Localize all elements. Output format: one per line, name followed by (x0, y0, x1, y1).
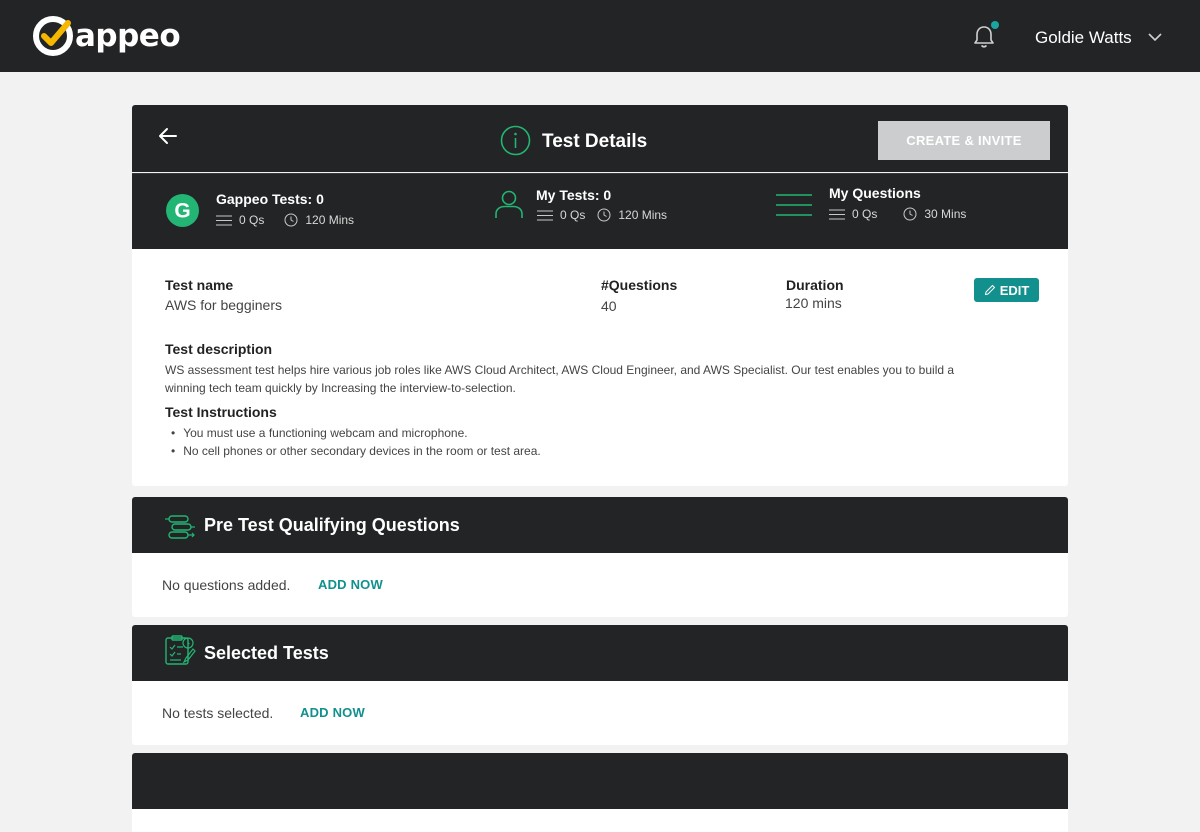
stat-qs: 0 Qs (852, 207, 878, 221)
logo-text: appeo (75, 18, 181, 54)
lines-icon (537, 210, 553, 220)
test-stats-bar: G Gappeo Tests: 0 0 Qs 120 Mins My Tests… (132, 173, 1068, 249)
clipboard-checklist-icon (165, 635, 196, 665)
stat-mins: 30 Mins (924, 207, 967, 221)
stat-qs: 0 Qs (239, 213, 265, 227)
logo-check-icon (33, 16, 73, 56)
info-icon (500, 125, 531, 156)
add-questions-link[interactable]: ADD NOW (318, 577, 383, 592)
next-section-header (132, 753, 1068, 809)
no-tests-text: No tests selected. (162, 705, 274, 721)
duration-value: 120 mins (785, 295, 842, 311)
clock-icon (597, 208, 611, 222)
pre-test-questions-body: No questions added. ADD NOW (132, 553, 1068, 617)
test-details-header: Test Details CREATE & INVITE (132, 105, 1068, 172)
gappeo-g-letter: G (174, 200, 190, 223)
edit-button-label: EDIT (999, 282, 1030, 298)
duration-label: Duration (786, 277, 844, 293)
create-invite-button[interactable]: CREATE & INVITE (878, 121, 1050, 160)
lines-icon (829, 209, 845, 219)
clock-icon (284, 213, 298, 227)
gappeo-logo[interactable]: appeo (31, 13, 181, 59)
notification-dot (991, 21, 999, 29)
stat-my-questions-title: My Questions (829, 185, 921, 201)
stat-mins: 120 Mins (305, 213, 355, 227)
test-name-label: Test name (165, 277, 234, 293)
add-tests-link[interactable]: ADD NOW (300, 705, 365, 720)
list-item: No cell phones or other secondary device… (171, 442, 541, 460)
stat-qs: 0 Qs (560, 208, 586, 222)
questions-label: #Questions (601, 277, 678, 293)
test-instructions-label: Test Instructions (165, 404, 277, 420)
page-title: Test Details (542, 131, 648, 152)
pre-test-questions-header: Pre Test Qualifying Questions (132, 497, 1068, 553)
back-arrow-icon[interactable] (158, 127, 178, 145)
list-item: You must use a functioning webcam and mi… (171, 424, 541, 442)
test-description-value: WS assessment test helps hire various jo… (165, 363, 955, 395)
test-description-label: Test description (165, 341, 273, 357)
stat-my-tests-meta: 0 Qs 120 Mins (537, 208, 667, 222)
stat-gappeo-tests-meta: 0 Qs 120 Mins (216, 213, 354, 227)
pre-test-questions-title: Pre Test Qualifying Questions (204, 515, 460, 535)
stat-my-questions-meta: 0 Qs 30 Mins (829, 207, 966, 221)
stat-gappeo-tests-title: Gappeo Tests: 0 (216, 191, 324, 207)
test-instructions-list: You must use a functioning webcam and mi… (171, 424, 541, 460)
flow-steps-icon (165, 515, 195, 539)
user-icon (495, 190, 523, 218)
chevron-down-icon[interactable] (1147, 31, 1163, 43)
next-section-body (132, 809, 1068, 832)
clock-icon (903, 207, 917, 221)
test-name-value: AWS for begginers (165, 297, 282, 313)
list-lines-icon (776, 194, 812, 216)
no-questions-text: No questions added. (162, 577, 291, 593)
edit-button[interactable]: EDIT (974, 278, 1039, 302)
selected-tests-title: Selected Tests (204, 643, 329, 663)
top-navigation-bar: appeo Goldie Watts (0, 0, 1200, 72)
test-details-body: Test name AWS for begginers #Questions 4… (132, 249, 1068, 486)
user-name[interactable]: Goldie Watts (1035, 28, 1132, 48)
stat-my-tests-title: My Tests: 0 (536, 187, 612, 203)
questions-value: 40 (601, 298, 617, 314)
pencil-icon (984, 284, 995, 296)
selected-tests-body: No tests selected. ADD NOW (132, 681, 1068, 745)
gappeo-g-icon: G (166, 194, 199, 227)
stat-mins: 120 Mins (618, 208, 668, 222)
lines-icon (216, 215, 232, 225)
selected-tests-header: Selected Tests (132, 625, 1068, 681)
